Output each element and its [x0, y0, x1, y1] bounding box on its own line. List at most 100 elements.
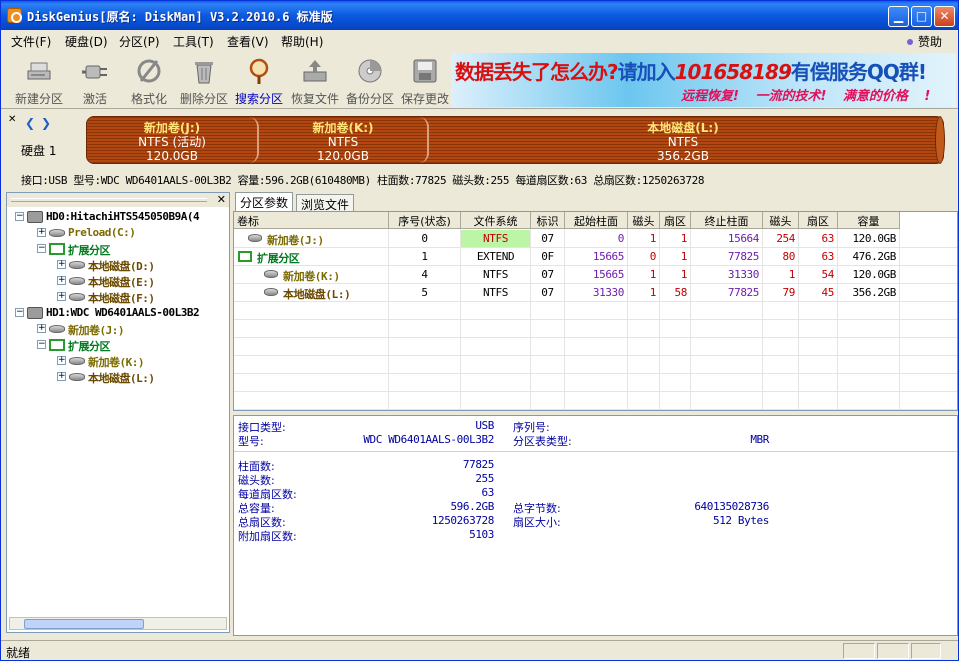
disk-map-close-icon[interactable]: ✕: [8, 114, 16, 125]
new-partition-button[interactable]: 新建分区: [11, 53, 67, 107]
recover-file-button[interactable]: 恢复文件: [287, 53, 343, 107]
format-button[interactable]: 格式化: [121, 53, 177, 107]
status-text: 就绪: [6, 646, 31, 660]
title-bar[interactable]: DiskGenius[原名: DiskMan] V3.2.2010.6 标准版 …: [1, 1, 958, 30]
tree-horizontal-scrollbar[interactable]: [9, 617, 227, 630]
menu-disk[interactable]: 硬盘(D): [65, 33, 108, 50]
backup-disc-icon: [358, 59, 382, 83]
table-row[interactable]: 新加卷(J:) 0 NTFS 07 0 1 1 15664 254 63 120.0GB: [234, 230, 900, 248]
detail-extra-sectors-label: 附加扇区数:: [238, 530, 297, 543]
table-cell: 1: [649, 232, 657, 245]
partition-block-l[interactable]: 本地磁盘(L:) NTFS 356.2GB: [429, 117, 937, 163]
tree-pane-close-icon[interactable]: ✕: [217, 193, 226, 206]
grid-line: [234, 409, 957, 410]
partition-icon: [69, 373, 85, 381]
maximize-button[interactable]: □: [911, 6, 932, 27]
expand-icon[interactable]: +: [57, 372, 66, 381]
tree-node-label: 新加卷(J:): [68, 324, 125, 337]
minimize-button[interactable]: ▁: [888, 6, 909, 27]
tree-node-label: 扩展分区: [68, 340, 111, 353]
table-cell: 15664: [727, 232, 760, 245]
tab-partition-params[interactable]: 分区参数: [235, 192, 294, 211]
tab-browse-files[interactable]: 浏览文件: [296, 194, 355, 212]
collapse-icon[interactable]: −: [37, 244, 46, 253]
column-header[interactable]: 起始柱面: [565, 212, 628, 229]
partition-block-k[interactable]: 新加卷(K:) NTFS 120.0GB: [259, 117, 429, 163]
expand-icon[interactable]: +: [57, 356, 66, 365]
collapse-icon[interactable]: −: [15, 212, 24, 221]
menu-view[interactable]: 查看(V): [227, 33, 269, 50]
extended-partition-icon: [238, 251, 252, 262]
table-cell: 1: [680, 268, 688, 281]
column-header[interactable]: 文件系统: [461, 212, 531, 229]
table-cell: 356.2GB: [852, 286, 896, 299]
menu-tools[interactable]: 工具(T): [173, 33, 214, 50]
save-changes-button[interactable]: 保存更改: [397, 53, 453, 107]
expand-icon[interactable]: +: [57, 260, 66, 269]
table-cell: 07: [541, 268, 554, 281]
app-icon: [7, 8, 22, 23]
column-header[interactable]: 标识: [531, 212, 565, 229]
grid-line: [234, 391, 957, 392]
disk-map: ✕ ❮ ❯ 硬盘 1 新加卷(J:) NTFS (活动) 120.0GB 新加卷…: [1, 110, 958, 170]
detail-heads-value: 255: [475, 472, 494, 485]
partition-tabs: 分区参数 浏览文件: [233, 192, 958, 212]
next-disk-arrow-icon[interactable]: ❯: [41, 116, 51, 130]
table-row[interactable]: −扩展分区1EXTEND0F1566501778258063476.2GB: [234, 248, 900, 266]
column-header[interactable]: 终止柱面: [691, 212, 763, 229]
table-cell: 0F: [541, 250, 554, 263]
table-cell: 0: [421, 232, 428, 245]
table-cell: 0: [649, 250, 657, 263]
table-cell: 07: [541, 232, 554, 245]
backup-partition-button[interactable]: 备份分区: [342, 53, 398, 107]
volume-label: 新加卷(J:): [267, 234, 324, 247]
menu-bar: 文件(F) 硬盘(D) 分区(P) 工具(T) 查看(V) 帮助(H) 赞助: [1, 30, 958, 50]
menu-help[interactable]: 帮助(H): [281, 33, 323, 50]
detail-interface-value: USB: [475, 419, 494, 432]
detail-extra-sectors-value: 5103: [469, 528, 494, 541]
partition-icon: [264, 270, 278, 278]
column-header[interactable]: 磁头: [763, 212, 799, 229]
search-partition-button[interactable]: 搜索分区: [231, 53, 287, 107]
table-cell: 1: [649, 286, 657, 299]
close-button[interactable]: ✕: [934, 6, 955, 27]
detail-total-bytes-value: 640135028736: [694, 500, 769, 513]
expand-icon[interactable]: +: [37, 324, 46, 333]
expand-icon[interactable]: +: [37, 228, 46, 237]
qq-group-ad-banner[interactable]: 数据丢失了怎么办?请加入101658189有偿服务QQ群! 远程恢复! 一流的技…: [451, 53, 956, 107]
column-header[interactable]: 扇区: [799, 212, 838, 229]
tree-node-label: 本地磁盘(E:): [88, 276, 155, 289]
column-header[interactable]: 卷标: [234, 212, 389, 229]
expand-icon[interactable]: +: [57, 276, 66, 285]
table-cell: 54: [821, 268, 835, 281]
window-title: DiskGenius[原名: DiskMan] V3.2.2010.6 标准版: [27, 10, 333, 24]
tree-node-label: 本地磁盘(F:): [88, 292, 155, 305]
column-header[interactable]: 序号(状态): [389, 212, 461, 229]
column-header[interactable]: 扇区: [660, 212, 691, 229]
detail-total-sectors-value: 1250263728: [431, 514, 495, 527]
prev-disk-arrow-icon[interactable]: ❮: [25, 116, 35, 130]
table-cell: 80: [782, 250, 796, 263]
tree-scroll-thumb[interactable]: [24, 619, 144, 629]
tree-pane-grip[interactable]: [11, 198, 207, 202]
column-header[interactable]: 磁头: [628, 212, 660, 229]
sponsor-link[interactable]: 赞助: [906, 33, 942, 50]
column-header[interactable]: 容量: [838, 212, 900, 229]
table-row[interactable]: 新加卷(K:) 4 NTFS 07 15665 1 1 31330 1 54 120.0GB: [234, 266, 900, 284]
partition-icon: [69, 357, 85, 365]
banner-slogan: 远程恢复! 一流的技术! 满意的价格 !: [681, 89, 931, 104]
disk-tree-pane: ✕ − HD0:HitachiHTS545050B9A(4 + Preload(C:)…: [6, 192, 230, 633]
expand-icon[interactable]: +: [57, 292, 66, 301]
table-cell: 45: [821, 286, 835, 299]
table-cell: 58: [674, 286, 688, 299]
delete-partition-button[interactable]: 删除分区: [176, 53, 232, 107]
table-row[interactable]: 本地磁盘(L:) 5 NTFS 07 31330 1 58 77825 79 45 356.2GB: [234, 284, 900, 302]
table-cell: NTFS: [461, 230, 530, 247]
collapse-icon[interactable]: −: [37, 340, 46, 349]
partition-icon: [69, 293, 85, 301]
collapse-icon[interactable]: −: [15, 308, 24, 317]
table-cell: 120.0GB: [852, 268, 896, 281]
menu-file[interactable]: 文件(F): [11, 33, 51, 50]
partition-block-j[interactable]: 新加卷(J:) NTFS (活动) 120.0GB: [87, 117, 259, 163]
menu-partition[interactable]: 分区(P): [119, 33, 160, 50]
